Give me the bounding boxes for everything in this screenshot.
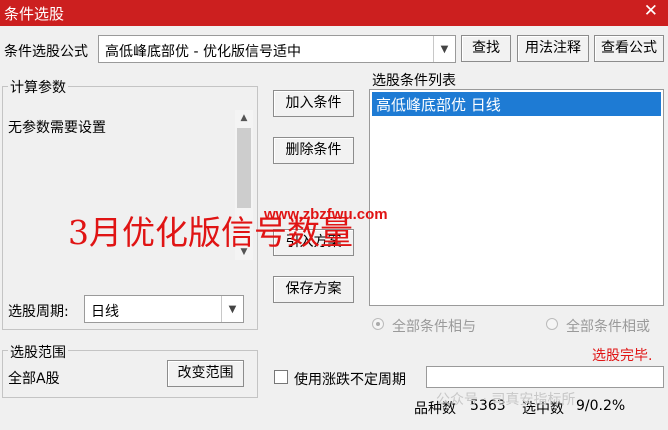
usage-note-button[interactable]: 用法注释 [517,35,589,62]
formula-select[interactable]: 高低峰底部优 - 优化版信号适中 ▼ [98,35,456,63]
formula-value: 高低峰底部优 - 优化版信号适中 [105,44,301,60]
close-icon[interactable]: ✕ [644,1,658,21]
add-condition-button[interactable]: 加入条件 [273,90,354,117]
delete-condition-button[interactable]: 删除条件 [273,137,354,164]
formula-label: 条件选股公式 [4,44,88,60]
logic-or-radio[interactable] [546,318,558,330]
selected-count: 9/0.2% [576,398,626,414]
chevron-down-icon[interactable]: ▼ [221,296,243,322]
volatile-period-input[interactable] [426,366,664,388]
list-item[interactable]: 高低峰底部优 日线 [372,92,661,116]
period-select[interactable]: 日线 ▼ [84,295,244,323]
save-plan-button[interactable]: 保存方案 [273,276,354,303]
scroll-up-icon[interactable]: ▲ [235,110,253,126]
watermark-url: www.zbzfwu.com [264,206,388,223]
params-group-title: 计算参数 [8,77,68,97]
range-value: 全部A股 [8,371,60,387]
find-button[interactable]: 查找 [461,35,511,62]
scroll-thumb[interactable] [237,128,251,208]
view-formula-button[interactable]: 查看公式 [594,35,664,62]
change-range-button[interactable]: 改变范围 [167,360,244,387]
logic-and-radio[interactable] [372,318,384,330]
status-text: 选股完毕. [592,348,653,364]
range-group-title: 选股范围 [8,342,68,362]
conditions-title: 选股条件列表 [372,73,456,89]
logic-and-label: 全部条件相与 [392,319,476,335]
window-title: 条件选股 [4,5,65,23]
watermark-text: 公众号 · 司真安指标所 [436,392,576,408]
period-label: 选股周期: [8,304,69,320]
conditions-list[interactable]: 高低峰底部优 日线 [369,89,664,306]
period-value: 日线 [91,304,119,320]
volatile-period-label: 使用涨跌不定周期 [294,372,406,388]
title-bar: 条件选股 ✕ [0,0,668,26]
chevron-down-icon[interactable]: ▼ [433,36,455,62]
params-text: 无参数需要设置 [8,120,106,136]
volatile-period-checkbox[interactable] [274,370,288,384]
logic-or-label: 全部条件相或 [566,319,650,335]
